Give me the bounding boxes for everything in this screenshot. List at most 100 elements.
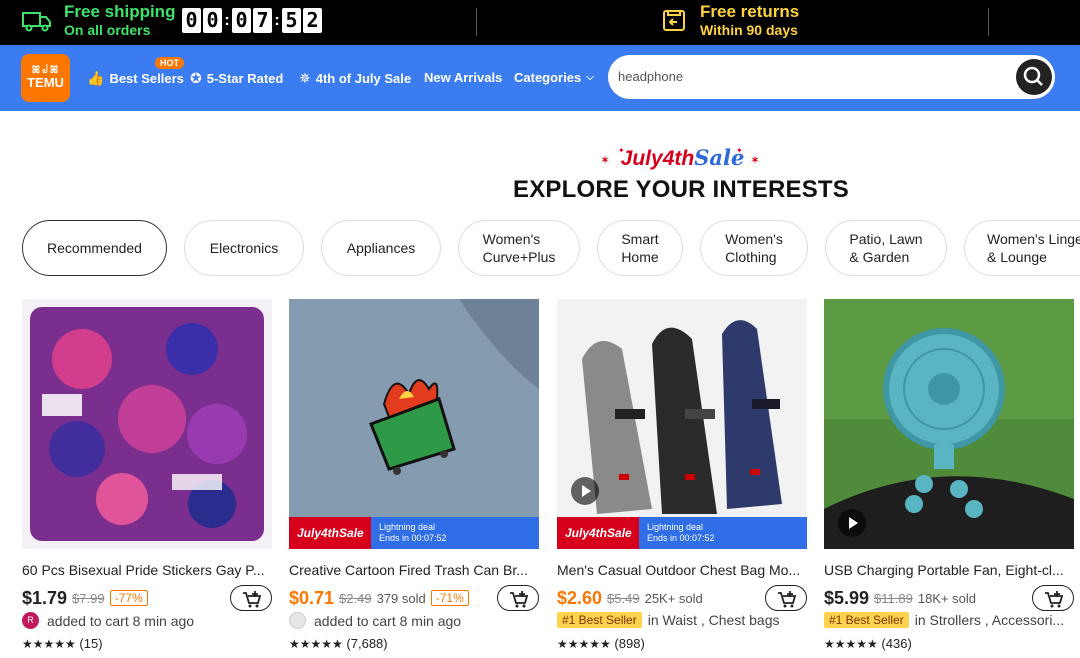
star-rating-icon: ★★★★★ [289,637,343,651]
play-video-icon[interactable] [571,477,599,505]
discount-badge: -77% [109,590,148,606]
product-image[interactable]: July4thSale Lightning deal Ends in 00:07… [289,299,539,549]
best-seller-badge: #1 Best Seller [824,612,909,628]
product-title[interactable]: Creative Cartoon Fired Trash Can Br... [289,562,539,578]
truck-icon [22,12,51,32]
category-info: #1 Best Seller in Waist , Chest bags [557,612,807,628]
star-rating-icon: ★★★★★ [22,637,76,651]
promo-divider [476,8,477,36]
rating: ★★★★★ (436) [824,636,912,651]
deal-sale-label: July4thSale [557,517,639,549]
product-card[interactable]: 60 Pcs Bisexual Pride Stickers Gay P... … [22,299,272,651]
product-image[interactable] [824,299,1074,549]
add-to-cart-button[interactable] [497,585,539,611]
product-image[interactable] [22,299,272,549]
rating: ★★★★★ (15) [22,636,103,651]
category-text[interactable]: in Strollers , Accessori... [915,612,1064,628]
product-card[interactable]: July4thSale Lightning deal Ends in 00:07… [289,299,539,651]
timer-digit: 2 [303,8,322,33]
free-returns-text: Free returns Within 90 days [700,3,799,39]
nav-item-label: 4th of July Sale [315,71,412,86]
activity-text: added to cart 8 min ago [47,612,195,629]
temu-logo[interactable]: ꕤ꒻ꕤ TEMU [21,54,70,102]
product-title[interactable]: USB Charging Portable Fan, Eight-cl... [824,562,1074,578]
hot-badge: HOT [155,57,184,69]
nav-item-label: Categories [514,70,582,85]
timer-digit: 0 [232,8,251,33]
avatar [289,612,306,629]
nav-best-sellers[interactable]: 👍 Best Sellers [87,70,184,87]
category-smart-home[interactable]: Smart Home [597,220,683,276]
deal-info: Lightning deal Ends in 00:07:52 [379,522,447,544]
portable-fan-image [824,299,1074,549]
cart-plus-icon [243,591,262,608]
timer-digit: 5 [282,8,301,33]
category-info: #1 Best Seller in Strollers , Accessori.… [824,612,1074,628]
cart-plus-icon [510,591,529,608]
search-button[interactable] [1016,59,1052,95]
shipping-line-1: Free shipping [64,2,176,21]
original-price: $11.89 [874,590,913,606]
activity-text: added to cart 8 min ago [314,612,462,629]
category-label: Electronics [209,240,279,256]
free-shipping-text: Free shipping On all orders [64,3,175,39]
cart-activity: R added to cart 8 min ago [22,612,272,629]
rating-count: (15) [79,636,103,651]
promo-divider [988,8,989,36]
best-seller-badge: #1 Best Seller [557,612,642,628]
add-to-cart-button[interactable] [765,585,807,611]
category-appliances[interactable]: Appliances [321,220,441,276]
category-electronics[interactable]: Electronics [184,220,304,276]
star-badge-icon: ✪ [190,70,202,86]
category-womens-clothing[interactable]: Women's Clothing [700,220,808,276]
category-label: Women's Clothing [725,231,783,265]
deal-title: Lightning deal [647,522,704,532]
star-rating-icon: ★★★★★ [557,637,611,651]
product-title[interactable]: 60 Pcs Bisexual Pride Stickers Gay P... [22,562,272,578]
search-bar[interactable]: headphone [608,55,1055,99]
sold-count: 18K+ sold [917,590,977,606]
timer-separator: : [274,11,280,29]
category-label: Women's Lingerie & Lounge [987,231,1080,265]
promo-bar: Free shipping On all orders 0 0 : 0 7 : … [0,0,1080,45]
nav-july-sale[interactable]: ✵ 4th of July Sale [299,70,411,87]
category-label: Smart Home [621,231,659,265]
category-womens-curve-plus[interactable]: Women's Curve+Plus [458,220,580,276]
search-input[interactable]: headphone [618,69,683,84]
original-price: $5.49 [607,590,640,606]
page-headline: EXPLORE YOUR INTERESTS [512,176,850,203]
cart-plus-icon [778,591,797,608]
category-patio-lawn-garden[interactable]: Patio, Lawn & Garden [825,220,947,276]
timer-digit: 0 [182,8,201,33]
product-card[interactable]: USB Charging Portable Fan, Eight-cl... $… [824,299,1074,651]
sparkle-icon: ✶ [600,153,611,167]
nav-categories[interactable]: Categories ⌵ [514,70,594,85]
product-image[interactable]: July4thSale Lightning deal Ends in 00:07… [557,299,807,549]
add-to-cart-button[interactable] [230,585,272,611]
product-price: $1.79 [22,587,68,608]
category-womens-lingerie[interactable]: Women's Lingerie & Lounge [964,220,1080,276]
product-card[interactable]: July4thSale Lightning deal Ends in 00:07… [557,299,807,651]
chevron-down-icon: ⌵ [586,72,594,83]
timer-digit: 0 [203,8,222,33]
original-price: $7.99 [72,590,105,606]
category-recommended[interactable]: Recommended [22,220,167,276]
logo-text: TEMU [27,75,64,90]
sale-word-july4th: July4th [620,147,695,170]
nav-5-star-rated[interactable]: ✪ 5-Star Rated [190,70,283,87]
nav-new-arrivals[interactable]: New Arrivals [424,70,502,85]
timer-digit: 7 [253,8,272,33]
sticker-collage-image [22,299,272,549]
category-label: Women's Curve+Plus [482,231,556,265]
deal-sale-label: July4thSale [289,517,371,549]
product-title[interactable]: Men's Casual Outdoor Chest Bag Mo... [557,562,807,578]
product-price: $5.99 [824,587,870,608]
add-to-cart-button[interactable] [1032,585,1074,611]
nav-item-label: New Arrivals [424,70,503,85]
returns-line-1: Free returns [700,2,800,21]
sparkle-icon: ✦ [736,146,743,155]
category-label: Patio, Lawn & Garden [849,231,923,265]
play-video-icon[interactable] [838,509,866,537]
deal-timer: Ends in 00:07:52 [379,533,447,543]
category-text[interactable]: in Waist , Chest bags [648,612,780,628]
